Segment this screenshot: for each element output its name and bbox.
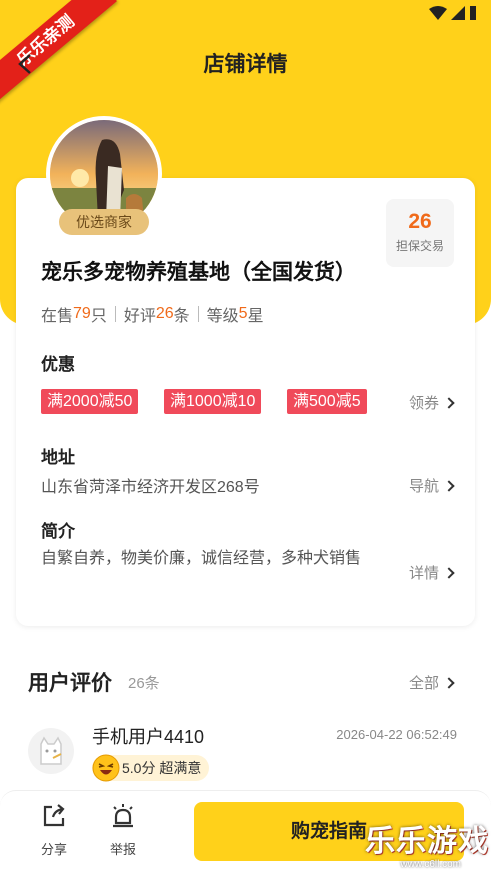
share-button[interactable]: 分享 (32, 803, 76, 858)
reviewer-avatar (28, 728, 74, 774)
chevron-right-icon (443, 479, 455, 492)
share-icon (43, 804, 65, 827)
level-value: 5 (238, 305, 248, 322)
on-sale-prefix: 在售 (41, 308, 74, 325)
coupon-tag[interactable]: 满500减5 (287, 389, 367, 414)
reviews-all-label: 全部 (408, 675, 439, 692)
laughing-emoji-icon (92, 754, 120, 782)
address-value: 山东省菏泽市经济开发区268号 (41, 479, 260, 496)
report-button[interactable]: 举报 (101, 803, 145, 858)
chevron-right-icon (443, 396, 455, 409)
address-title: 地址 (41, 448, 75, 467)
cat-avatar-icon (40, 736, 62, 765)
reviews-count: 26条 (128, 675, 160, 692)
reviews-title: 用户评价 (28, 672, 112, 695)
trade-count: 26 (408, 210, 432, 233)
review-score-text: 5.0分 超满意 (122, 760, 202, 776)
good-review-count: 26 (155, 305, 174, 322)
reviews-all-link[interactable]: 全部 (408, 672, 455, 693)
trade-label: 担保交易 (395, 239, 444, 253)
good-review-suffix: 条 (173, 308, 190, 325)
level-prefix: 等级 (206, 308, 239, 325)
divider (114, 306, 116, 322)
navigate-link[interactable]: 导航 (408, 475, 455, 496)
watermark-url: www.c6ll.com (400, 859, 461, 870)
level-suffix: 星 (247, 308, 264, 325)
intro-title: 简介 (41, 522, 75, 541)
bottom-bar: 分享 举报 购宠指南 乐乐游戏 www.c6ll.com (0, 790, 491, 872)
intro-detail-label: 详情 (408, 565, 439, 582)
page-title: 店铺详情 (203, 53, 288, 76)
signal-icon (451, 6, 465, 20)
get-coupon-label: 领券 (408, 395, 439, 412)
chevron-right-icon (443, 566, 455, 579)
coupon-tag[interactable]: 满2000减50 (41, 389, 139, 414)
discount-title: 优惠 (41, 355, 75, 374)
battery-icon (470, 6, 476, 20)
divider (197, 306, 199, 322)
reviewer-name: 手机用户4410 (92, 727, 205, 747)
review-time: 2026-04-22 06:52:49 (336, 727, 457, 742)
preferred-merchant-badge: 优选商家 (59, 209, 149, 235)
on-sale-count: 79 (73, 305, 91, 322)
share-label: 分享 (40, 842, 67, 857)
chevron-right-icon (443, 676, 455, 689)
good-review-prefix: 好评 (123, 308, 156, 325)
review-score: 5.0分 超满意 (92, 754, 210, 782)
guaranteed-trade-box: 26 担保交易 (386, 199, 454, 267)
status-bar (429, 6, 477, 20)
intro-value: 自繁自养，物美价廉，诚信经营，多种犬销售 (41, 550, 362, 567)
intro-detail-link[interactable]: 详情 (408, 562, 455, 583)
get-coupon-link[interactable]: 领券 (408, 392, 455, 413)
wifi-icon (429, 6, 447, 20)
navigate-label: 导航 (408, 478, 439, 495)
coupon-tag[interactable]: 满1000减10 (164, 389, 262, 414)
report-label: 举报 (109, 842, 136, 857)
watermark: 乐乐游戏 (365, 825, 489, 858)
store-name: 宠乐多宠物养殖基地（全国发货） (41, 261, 356, 284)
store-stats: 在售 79 只 好评 26 条 等级 5 星 (41, 302, 264, 326)
on-sale-suffix: 只 (90, 308, 107, 325)
alarm-icon (113, 804, 133, 828)
